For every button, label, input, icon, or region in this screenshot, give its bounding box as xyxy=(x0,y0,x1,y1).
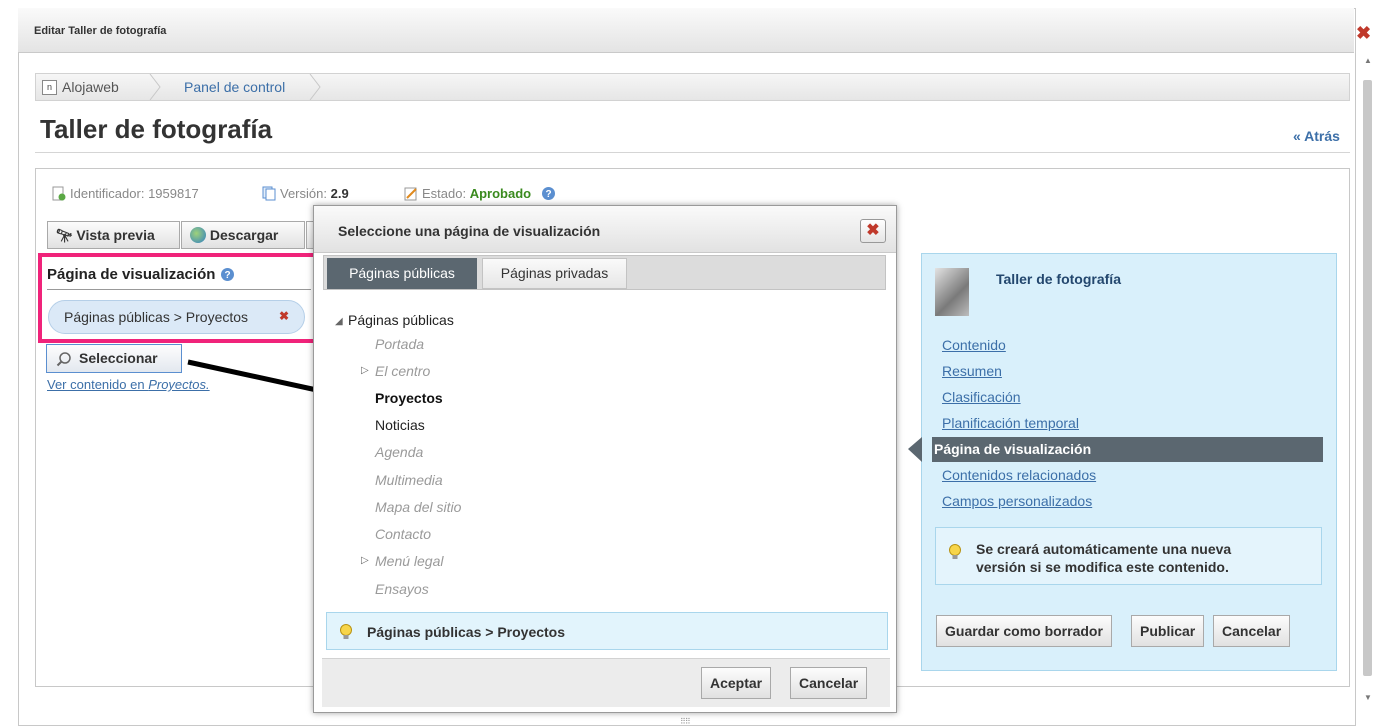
identifier-label: Identificador: xyxy=(70,186,145,201)
lightbulb-icon xyxy=(340,624,352,639)
svg-text:?: ? xyxy=(545,189,551,200)
tree-item: Ensayos xyxy=(375,581,429,597)
sidebar-item-relacionados[interactable]: Contenidos relacionados xyxy=(942,467,1096,483)
tab-public-pages[interactable]: Páginas públicas xyxy=(327,258,477,289)
scrollbar[interactable] xyxy=(1363,80,1372,676)
status-label: Estado: xyxy=(422,186,467,201)
version-label: Versión: xyxy=(280,186,327,201)
sidebar-item-pagina-visualizacion[interactable]: Página de visualización xyxy=(932,437,1323,462)
sidebar-item-campos[interactable]: Campos personalizados xyxy=(942,493,1092,509)
divider xyxy=(47,289,311,290)
selection-path: Páginas públicas > Proyectos xyxy=(367,624,566,640)
version-note: Se creará automáticamente una nueva vers… xyxy=(935,527,1322,585)
tree-item[interactable]: Noticias xyxy=(375,417,425,433)
publish-button[interactable]: Publicar xyxy=(1131,615,1205,647)
content-sidebar: Taller de fotografía Contenido Resumen C… xyxy=(908,253,1337,671)
status-edit-icon xyxy=(404,187,417,201)
display-page-label: Página de visualización ? xyxy=(47,266,235,283)
sidebar-item-resumen[interactable]: Resumen xyxy=(942,363,1002,379)
identifier-meta: Identificador: 1959817 xyxy=(52,186,199,201)
breadcrumb-item-alojaweb[interactable]: Alojaweb xyxy=(62,79,119,95)
dialog-title: Seleccione una página de visualización xyxy=(338,223,601,239)
tree-item: Mapa del sitio xyxy=(375,499,462,515)
chevron-right-icon xyxy=(149,74,161,100)
chevron-right-icon xyxy=(309,74,321,100)
select-page-button[interactable]: Seleccionar xyxy=(46,344,182,373)
window-title: Editar Taller de fotografía xyxy=(34,25,167,37)
breadcrumb-item-panel[interactable]: Panel de control xyxy=(184,79,285,95)
tree-item: Multimedia xyxy=(375,472,443,488)
lightbulb-icon xyxy=(949,544,961,559)
select-page-dialog: Seleccione una página de visualización ✖… xyxy=(313,205,897,713)
tree-root[interactable]: Páginas públicas xyxy=(348,312,454,328)
sidebar-item-contenido[interactable]: Contenido xyxy=(942,337,1006,353)
globe-icon xyxy=(190,227,206,243)
collapsed-triangle-icon[interactable]: ▷ xyxy=(361,365,369,376)
tree-item: El centro xyxy=(375,363,431,379)
scroll-up-icon[interactable]: ▲ xyxy=(1364,56,1372,65)
status-value: Aprobado xyxy=(469,186,532,201)
home-icon: n xyxy=(42,80,57,95)
download-button[interactable]: Descargar xyxy=(181,221,305,249)
version-value: 2.9 xyxy=(330,186,349,201)
status-meta: Estado: Aprobado ? xyxy=(404,186,556,201)
download-label: Descargar xyxy=(209,227,279,243)
tree-item: Portada xyxy=(375,336,425,352)
select-page-label: Seleccionar xyxy=(79,350,158,366)
dialog-cancel-button[interactable]: Cancelar xyxy=(790,667,868,699)
sidebar-item-clasificacion[interactable]: Clasificación xyxy=(942,389,1021,405)
preview-label: Vista previa xyxy=(76,227,155,243)
dialog-footer: Aceptar Cancelar xyxy=(322,658,890,707)
tree-item-selected[interactable]: Proyectos xyxy=(375,390,443,406)
tree-item: Contacto xyxy=(375,526,432,542)
window-close-icon[interactable]: ✖ xyxy=(1356,24,1373,42)
remove-icon[interactable]: ✖ xyxy=(279,309,289,323)
dialog-header: Seleccione una página de visualización ✖ xyxy=(314,206,896,253)
binoculars-icon: 🔭︎ xyxy=(56,228,73,243)
content-thumbnail xyxy=(935,268,969,316)
display-page-label-text: Página de visualización xyxy=(47,266,216,283)
collapsed-triangle-icon[interactable]: ▷ xyxy=(361,555,369,566)
search-icon xyxy=(56,352,71,367)
cancel-button[interactable]: Cancelar xyxy=(1213,615,1291,647)
versions-icon xyxy=(262,186,276,201)
selection-summary: Páginas públicas > Proyectos xyxy=(326,612,888,650)
view-content-prefix: Ver contenido en xyxy=(47,377,149,392)
accept-button[interactable]: Aceptar xyxy=(701,667,772,699)
help-icon[interactable]: ? xyxy=(541,186,556,201)
scroll-down-icon[interactable]: ▼ xyxy=(1364,693,1372,702)
tab-private-pages[interactable]: Páginas privadas xyxy=(482,258,627,289)
window-titlebar: Editar Taller de fotografía xyxy=(18,8,1354,53)
selected-page-chip: Páginas públicas > Proyectos ✖ xyxy=(48,300,305,334)
tree-item: Agenda xyxy=(375,444,424,460)
help-icon[interactable]: ? xyxy=(220,267,235,282)
selected-page-path: Páginas públicas > Proyectos xyxy=(64,309,249,325)
svg-text:?: ? xyxy=(224,270,230,281)
breadcrumb: n Alojaweb Panel de control xyxy=(35,73,1350,101)
preview-button[interactable]: 🔭︎ Vista previa xyxy=(47,221,180,249)
divider xyxy=(35,152,1350,153)
save-draft-button[interactable]: Guardar como borrador xyxy=(936,615,1112,647)
document-id-icon xyxy=(52,186,66,201)
active-pointer xyxy=(908,437,922,462)
back-link[interactable]: « Atrás xyxy=(1293,128,1340,144)
tree-item: Menú legal xyxy=(375,553,444,569)
identifier-value: 1959817 xyxy=(148,186,199,201)
close-icon[interactable]: ✖ xyxy=(860,219,886,243)
page-title: Taller de fotografía xyxy=(40,114,273,144)
version-note-text: Se creará automáticamente una nueva vers… xyxy=(976,541,1232,575)
sidebar-item-planificacion[interactable]: Planificación temporal xyxy=(942,415,1079,431)
expanded-triangle-icon[interactable]: ◢ xyxy=(335,316,343,327)
content-title: Taller de fotografía xyxy=(996,271,1121,287)
version-meta: Versión: 2.9 xyxy=(262,186,349,201)
